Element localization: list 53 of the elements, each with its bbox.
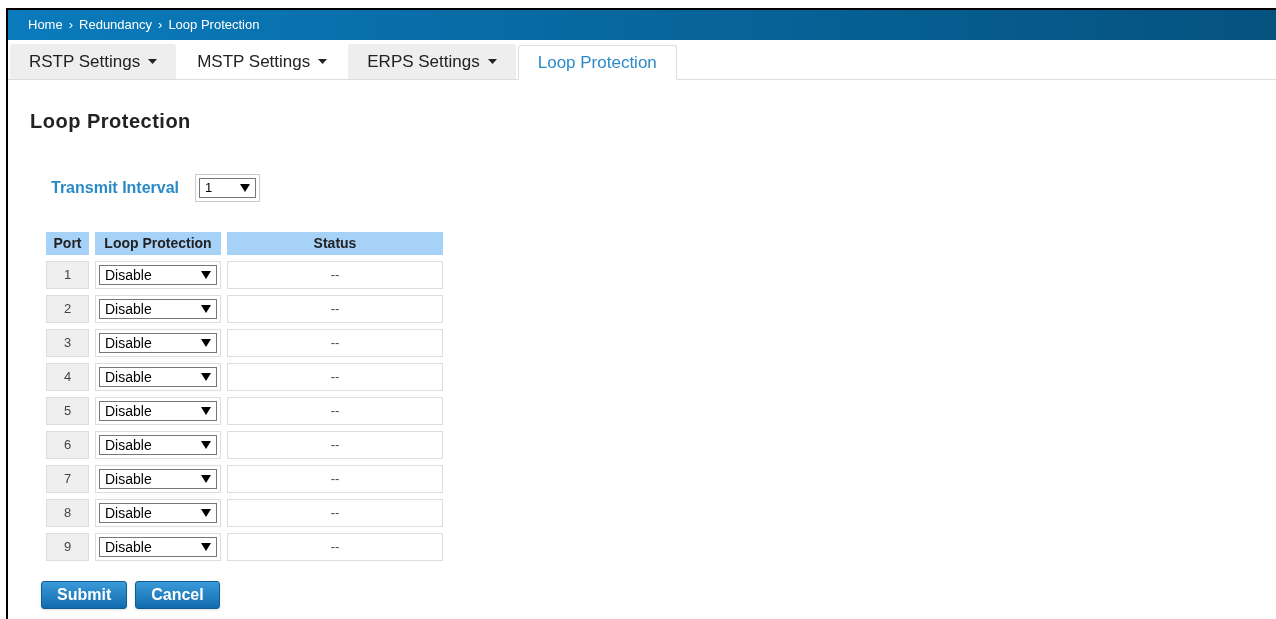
status-cell: -- (227, 261, 443, 289)
tab[interactable]: Loop Protection (517, 45, 677, 80)
loop-protection-select[interactable]: Disable (99, 503, 217, 523)
port-cell: 8 (46, 499, 89, 527)
dropdown-arrow-icon (201, 441, 211, 449)
breadcrumb-separator: › (68, 16, 74, 35)
dropdown-arrow-icon (201, 407, 211, 415)
action-button[interactable]: Submit (41, 581, 128, 609)
status-cell: -- (227, 431, 443, 459)
loop-protection-select[interactable]: Disable (99, 401, 217, 421)
port-cell: 2 (46, 295, 89, 323)
breadcrumb-link[interactable]: Loop Protection (168, 15, 260, 35)
port-cell: 3 (46, 329, 89, 357)
status-cell: -- (227, 397, 443, 425)
interval-select[interactable]: 1 (195, 174, 261, 202)
status-cell: -- (227, 533, 443, 561)
loop-protection-select[interactable]: Disable (99, 333, 217, 353)
status-cell: -- (227, 465, 443, 493)
dropdown-arrow-icon (201, 339, 211, 347)
field-label: Transmit Interval (51, 178, 180, 198)
breadcrumb-link[interactable]: Home (28, 15, 63, 35)
loop-protection-select[interactable]: Disable (99, 265, 217, 285)
dropdown-arrow-icon (201, 305, 211, 313)
loop-protection-select[interactable]: Disable (99, 537, 217, 557)
column-header: Status (227, 232, 443, 255)
page-title: Loop Protection (30, 109, 192, 134)
status-cell: -- (227, 329, 443, 357)
port-cell: 6 (46, 431, 89, 459)
loop-protection-select[interactable]: Disable (99, 367, 217, 387)
tab[interactable]: ERPS Settings (348, 44, 516, 79)
port-cell: 7 (46, 465, 89, 493)
action-button[interactable]: Cancel (135, 581, 220, 609)
dropdown-arrow-icon (201, 475, 211, 483)
dropdown-arrow-icon (201, 271, 211, 279)
status-cell: -- (227, 295, 443, 323)
loop-protection-select[interactable]: Disable (99, 435, 217, 455)
port-cell: 5 (46, 397, 89, 425)
loop-protection-select[interactable]: Disable (99, 299, 217, 319)
port-cell: 9 (46, 533, 89, 561)
dropdown-arrow-icon (201, 543, 211, 551)
column-header: Loop Protection (95, 232, 221, 255)
dropdown-arrow-icon (240, 184, 251, 192)
status-cell: -- (227, 363, 443, 391)
dropdown-arrow-icon (201, 373, 211, 381)
port-cell: 1 (46, 261, 89, 289)
breadcrumb-link[interactable]: Redundancy (79, 15, 153, 35)
loop-protection-select[interactable]: Disable (99, 469, 217, 489)
status-cell: -- (227, 499, 443, 527)
dropdown-arrow-icon (201, 509, 211, 517)
port-cell: 4 (46, 363, 89, 391)
column-header: Port (46, 232, 89, 255)
breadcrumb-separator: › (158, 16, 163, 35)
tab[interactable]: RSTP Settings (10, 44, 177, 79)
